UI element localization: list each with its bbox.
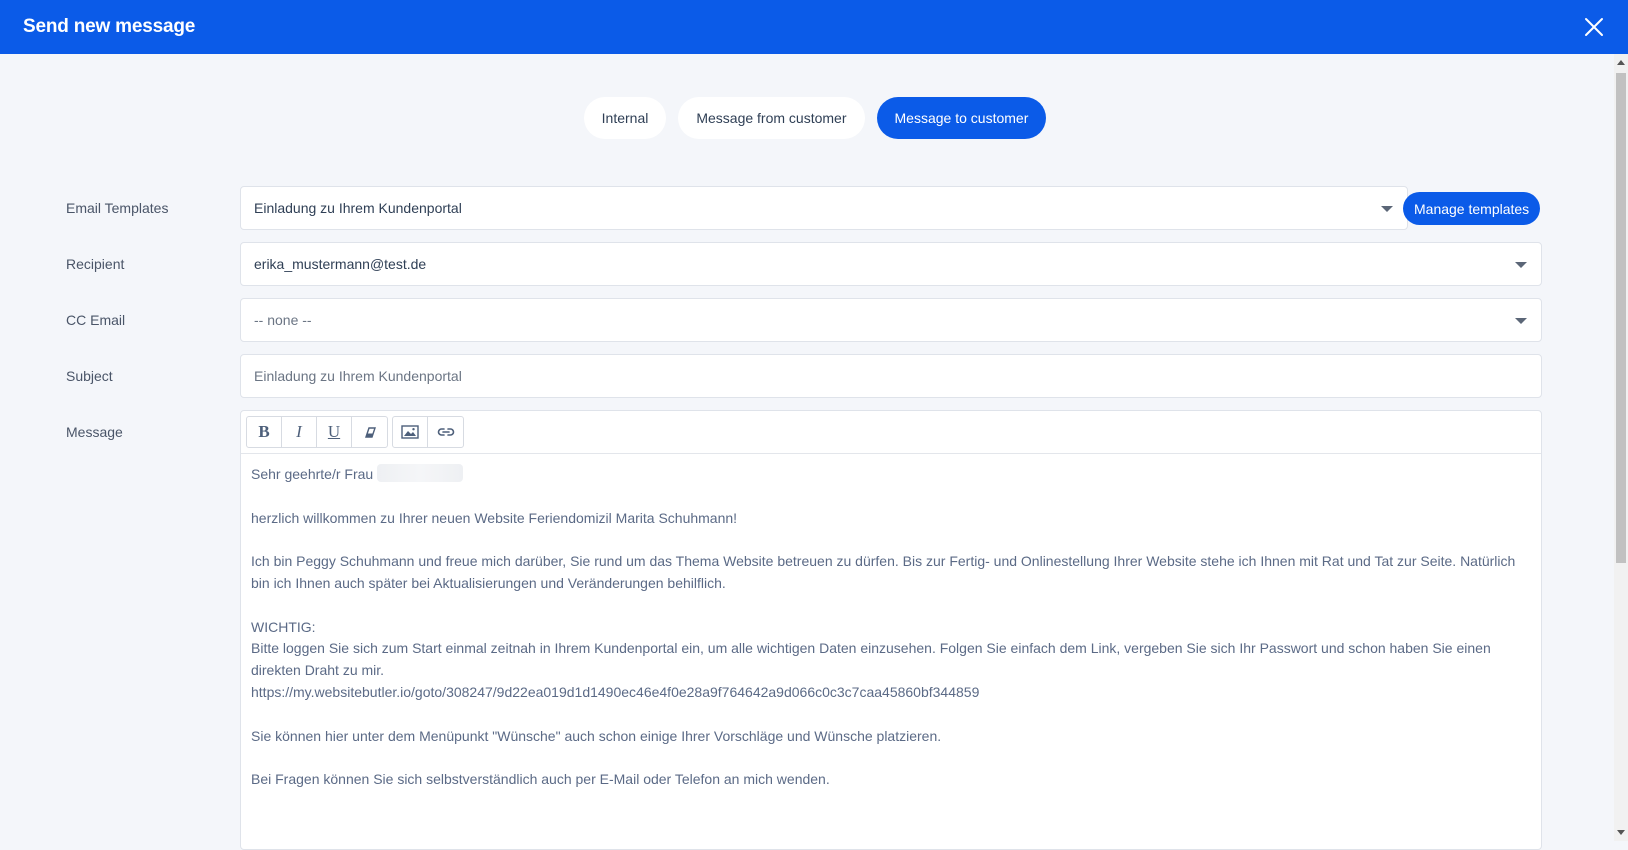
bold-icon[interactable]: B	[247, 417, 282, 447]
cc-email-label: CC Email	[66, 312, 126, 328]
subject-value: Einladung zu Ihrem Kundenportal	[254, 368, 462, 384]
intro-line-2: bin ich Ihnen auch später bei Aktualisie…	[251, 574, 726, 591]
editor-toolbar: B I U	[241, 411, 1541, 454]
chevron-down-icon	[1381, 206, 1393, 212]
tab-message-from-customer[interactable]: Message from customer	[678, 97, 865, 139]
scroll-up-icon[interactable]	[1617, 60, 1625, 65]
greeting-line: Sehr geehrte/r Frau	[251, 464, 1531, 486]
modal-title: Send new message	[23, 16, 196, 37]
email-templates-label: Email Templates	[66, 200, 169, 216]
message-label: Message	[66, 424, 123, 440]
portal-link[interactable]: https://my.websitebutler.io/goto/308247/…	[251, 682, 1531, 704]
scrollbar-thumb[interactable]	[1616, 73, 1626, 563]
tab-message-to-customer[interactable]: Message to customer	[876, 97, 1047, 139]
italic-icon[interactable]: I	[282, 417, 317, 447]
message-editor[interactable]: B I U Sehr geehrte/r Frau herzlich willk…	[240, 410, 1542, 850]
eraser-icon[interactable]	[352, 417, 387, 447]
recipient-value: erika_mustermann@test.de	[254, 256, 427, 272]
email-templates-select[interactable]: Einladung zu Ihrem Kundenportal	[240, 186, 1408, 230]
recipient-select[interactable]: erika_mustermann@test.de	[240, 242, 1542, 286]
redacted-name	[377, 464, 464, 482]
welcome-line: herzlich willkommen zu Ihrer neuen Websi…	[251, 509, 738, 526]
chevron-down-icon	[1515, 262, 1527, 268]
manage-templates-button[interactable]: Manage templates	[1403, 192, 1541, 225]
subject-input[interactable]: Einladung zu Ihrem Kundenportal	[240, 354, 1542, 398]
insert-button-group	[392, 416, 464, 448]
email-templates-value: Einladung zu Ihrem Kundenportal	[254, 200, 462, 216]
page-scrollbar[interactable]	[1614, 54, 1628, 841]
greeting-text: Sehr geehrte/r Frau	[251, 466, 374, 482]
subject-label: Subject	[66, 368, 113, 384]
cc-email-select[interactable]: -- none --	[240, 298, 1542, 342]
important-line: WICHTIG:	[251, 618, 316, 635]
format-button-group: B I U	[246, 416, 388, 448]
scroll-down-icon[interactable]	[1617, 830, 1625, 835]
message-type-tabs: Internal Message from customer Message t…	[0, 97, 1614, 139]
chevron-down-icon	[1515, 318, 1527, 324]
intro-line-1: Ich bin Peggy Schuhmann und freue mich d…	[251, 553, 1516, 570]
tab-internal[interactable]: Internal	[583, 97, 667, 139]
cc-email-value: -- none --	[254, 312, 312, 328]
wishes-line: Sie können hier unter dem Menüpunkt "Wün…	[251, 727, 942, 744]
link-icon[interactable]	[428, 417, 463, 447]
close-icon[interactable]	[1582, 15, 1606, 39]
recipient-label: Recipient	[66, 256, 125, 272]
underline-icon[interactable]: U	[317, 417, 352, 447]
image-icon[interactable]	[393, 417, 428, 447]
login-line-1: Bitte loggen Sie sich zum Start einmal z…	[251, 640, 1491, 657]
modal-header: Send new message	[0, 0, 1628, 54]
questions-line: Bei Fragen können Sie sich selbstverstän…	[251, 771, 830, 788]
modal-content: Internal Message from customer Message t…	[0, 54, 1614, 850]
message-body[interactable]: Sehr geehrte/r Frau herzlich willkommen …	[241, 454, 1541, 791]
login-line-2: direkten Draht zu mir.	[251, 662, 385, 679]
